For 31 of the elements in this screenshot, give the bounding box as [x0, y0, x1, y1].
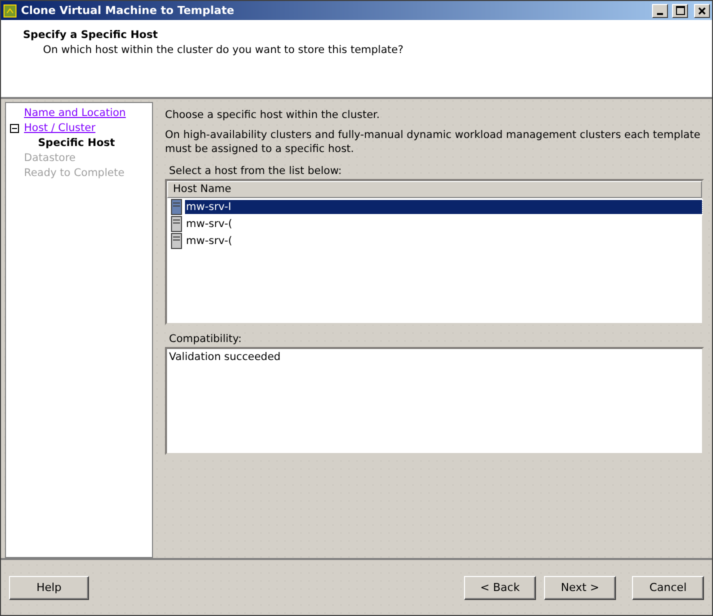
page-subtitle: On which host within the cluster do you want to store this template?	[42, 44, 404, 56]
help-button[interactable]: Help	[9, 576, 89, 600]
close-icon	[698, 6, 706, 14]
window-title: Clone Virtual Machine to Template	[21, 4, 236, 17]
compatibility-label: Compatibility:	[169, 333, 243, 345]
maximize-button[interactable]	[672, 4, 688, 18]
app-icon	[3, 4, 17, 18]
note-text: On high-availability clusters and fully-manual dynamic workload management clusters each template must be assigned to a specific host.	[165, 128, 702, 156]
step-link[interactable]: Name and Location	[24, 107, 126, 119]
host-row[interactable]: mw-srv-(	[185, 234, 702, 248]
server-icon	[171, 216, 182, 232]
column-header[interactable]: Host Name	[167, 181, 702, 198]
wizard-button[interactable]: Next >	[544, 576, 616, 600]
wizard-button[interactable]: < Back	[464, 576, 536, 600]
compatibility-text: Validation succeeded	[169, 351, 281, 363]
intro-text: Choose a specific host within the cluster.	[165, 108, 381, 122]
host-row[interactable]: mw-srv-(	[185, 216, 702, 230]
page-title: Specify a Specific Host	[23, 29, 159, 41]
minimize-icon	[657, 12, 663, 14]
step-label: Specific Host	[38, 137, 115, 149]
host-list-label: Select a host from the list below:	[169, 165, 343, 177]
minimize-button[interactable]	[652, 4, 668, 18]
close-button[interactable]	[694, 4, 710, 18]
server-icon	[171, 232, 182, 248]
server-icon	[171, 198, 182, 214]
step-label: Ready to Complete	[24, 167, 124, 179]
host-row[interactable]: mw-srv-I	[185, 200, 702, 214]
step-label: Datastore	[24, 152, 76, 164]
wizard-button[interactable]: Cancel	[632, 576, 704, 600]
maximize-icon	[676, 6, 684, 15]
step-link[interactable]: Host / Cluster	[24, 122, 96, 134]
